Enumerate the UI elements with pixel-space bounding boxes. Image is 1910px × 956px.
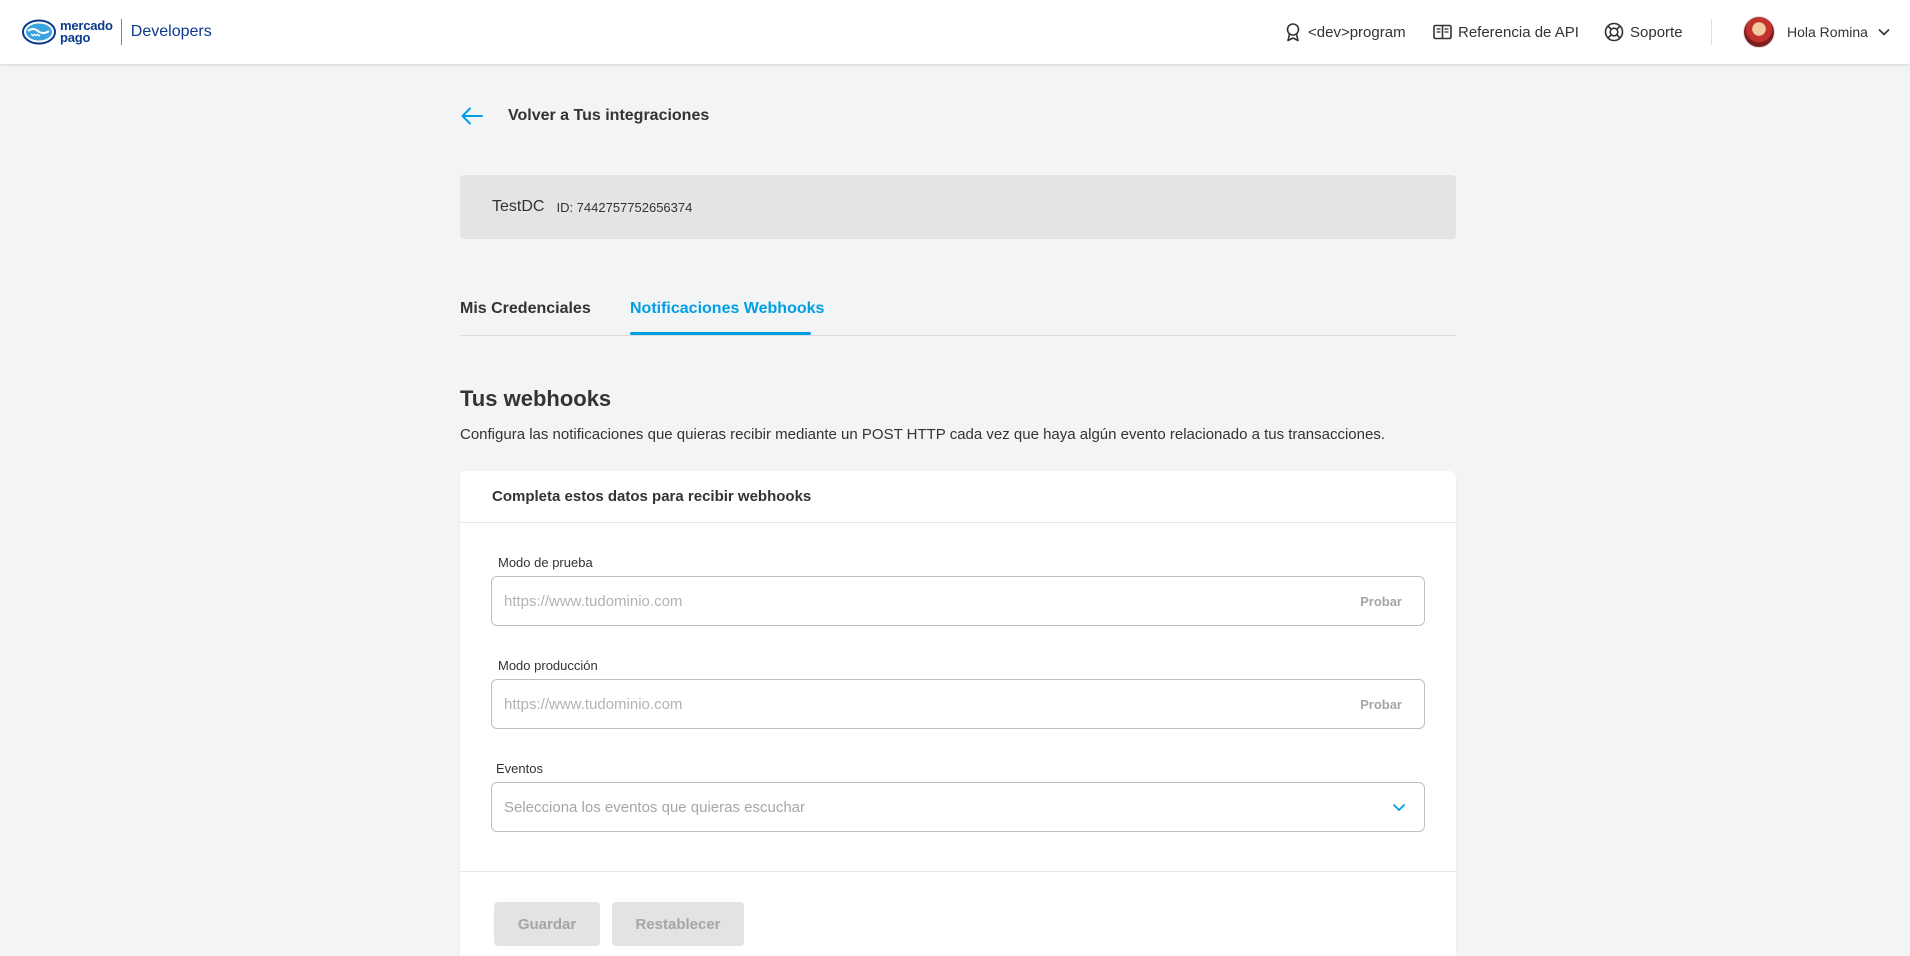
production-mode-probar-button[interactable]: Probar <box>1360 697 1402 712</box>
save-button[interactable]: Guardar <box>494 902 600 946</box>
nav-label: Soporte <box>1630 23 1683 41</box>
mercado-pago-logo[interactable]: mercado pago Developers <box>22 18 212 46</box>
section-title: Tus webhooks <box>460 386 612 411</box>
application-bar: TestDC ID: 7442757752656374 <box>460 175 1456 239</box>
logo-wordmark: mercado pago <box>60 18 113 45</box>
production-mode-url-input[interactable] <box>504 695 1361 713</box>
application-id: ID: 7442757752656374 <box>556 199 693 215</box>
user-menu[interactable]: Hola Romina <box>1743 16 1890 48</box>
logo-divider <box>120 19 122 45</box>
events-label: Eventos <box>496 761 543 776</box>
chevron-down-icon <box>1392 803 1406 811</box>
logo-product-name: Developers <box>130 23 212 40</box>
book-icon <box>1433 24 1452 40</box>
user-greeting: Hola Romina <box>1787 24 1868 40</box>
application-name: TestDC <box>492 198 545 215</box>
test-mode-field: Probar <box>491 576 1425 626</box>
webhooks-form-card: Completa estos datos para recibir webhoo… <box>460 471 1456 956</box>
top-header: mercado pago Developers <dev>program Ref <box>0 0 1910 64</box>
nav-api-reference[interactable]: Referencia de API <box>1433 24 1579 41</box>
test-mode-url-input[interactable] <box>504 592 1361 610</box>
nav-dev-program[interactable]: <dev>program <box>1284 22 1406 42</box>
tab-webhooks[interactable]: Notificaciones Webhooks <box>630 300 824 318</box>
tabs: Mis Credenciales Notificaciones Webhooks <box>460 290 1456 336</box>
events-select[interactable]: Selecciona los eventos que quieras escuc… <box>491 782 1425 832</box>
avatar <box>1743 16 1775 48</box>
active-tab-indicator <box>630 332 811 335</box>
form-footer-divider <box>460 871 1456 872</box>
production-mode-label: Modo producción <box>498 658 598 673</box>
production-mode-field: Probar <box>491 679 1425 729</box>
arrow-left-icon <box>461 107 483 125</box>
ribbon-icon <box>1286 23 1300 42</box>
tab-credentials[interactable]: Mis Credenciales <box>460 300 591 318</box>
lifebuoy-icon <box>1604 22 1624 42</box>
back-link-label: Volver a Tus integraciones <box>508 107 710 124</box>
back-to-integrations-link[interactable]: Volver a Tus integraciones <box>460 106 709 126</box>
events-placeholder: Selecciona los eventos que quieras escuc… <box>504 798 806 816</box>
reset-button[interactable]: Restablecer <box>612 902 744 946</box>
nav-label: Referencia de API <box>1458 23 1579 41</box>
form-header: Completa estos datos para recibir webhoo… <box>460 471 1456 523</box>
chevron-down-icon <box>1878 28 1890 36</box>
section-description: Configura las notificaciones que quieras… <box>460 426 1385 443</box>
handshake-logo-icon <box>22 19 56 45</box>
test-mode-label: Modo de prueba <box>498 555 593 570</box>
header-divider <box>1711 19 1712 45</box>
nav-label: <dev>program <box>1308 23 1406 41</box>
nav-support[interactable]: Soporte <box>1604 22 1683 42</box>
test-mode-probar-button[interactable]: Probar <box>1360 594 1402 609</box>
